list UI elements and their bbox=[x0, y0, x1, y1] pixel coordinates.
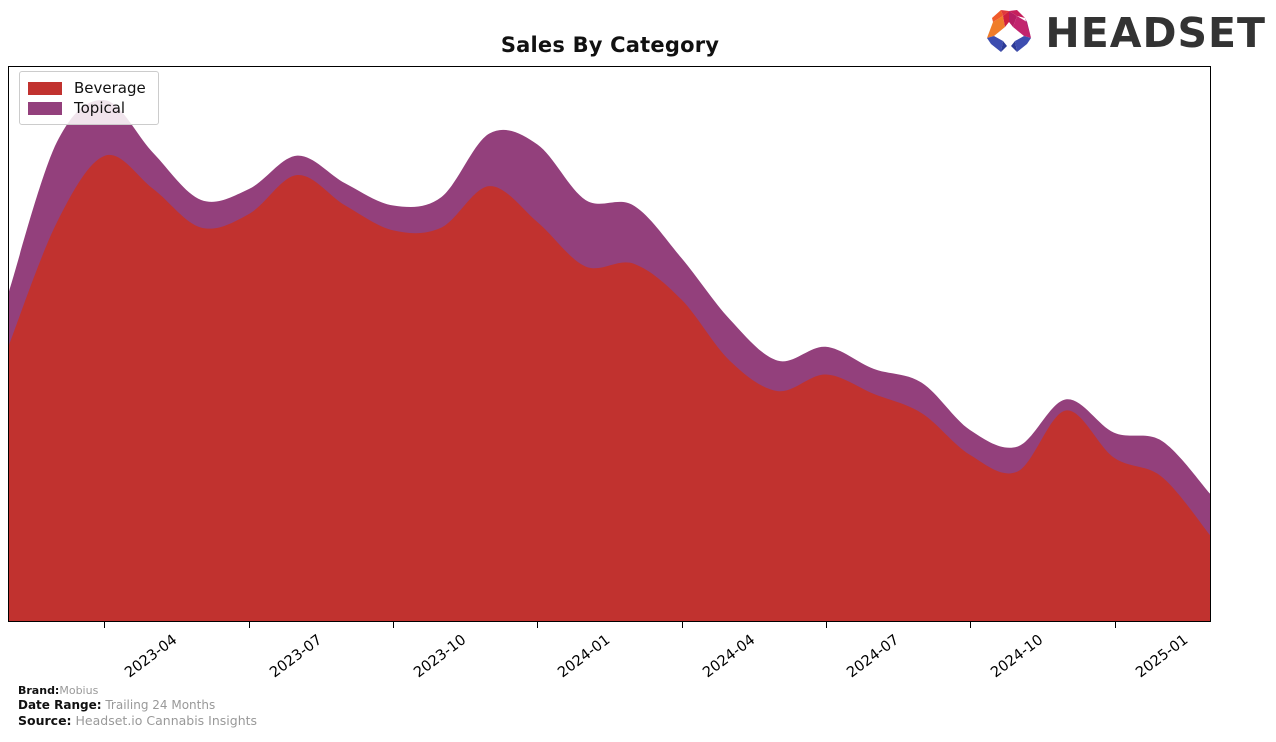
headset-arc-logo-icon bbox=[983, 8, 1035, 58]
x-axis-tick-mark bbox=[104, 622, 106, 628]
x-axis-tick-mark bbox=[970, 622, 972, 628]
chart-legend: Beverage Topical bbox=[19, 71, 159, 125]
legend-item-beverage[interactable]: Beverage bbox=[28, 78, 146, 98]
x-axis-tick-mark bbox=[537, 622, 539, 628]
x-axis: 2023-04 2023-07 2023-10 2024-01 2024-04 2024-… bbox=[8, 622, 1211, 692]
chart-plot-area: Beverage Topical bbox=[8, 66, 1211, 622]
footer-row-source: Source: Headset.io Cannabis Insights bbox=[18, 713, 257, 728]
footer-value-source: Headset.io Cannabis Insights bbox=[75, 713, 258, 728]
footer-label-brand: Brand: bbox=[18, 684, 60, 697]
x-axis-tick-label: 2023-07 bbox=[266, 632, 325, 682]
x-axis-tick-label: 2025-01 bbox=[1132, 632, 1191, 682]
x-axis-tick-mark bbox=[392, 622, 394, 628]
footer-row-date-range: Date Range: Trailing 24 Months bbox=[18, 698, 257, 713]
legend-label-beverage: Beverage bbox=[74, 79, 146, 97]
chart-footer-metadata: Brand:Mobius Date Range: Trailing 24 Mon… bbox=[18, 683, 257, 728]
footer-value-date-range: Trailing 24 Months bbox=[105, 698, 216, 712]
footer-value-brand: Mobius bbox=[59, 684, 99, 697]
headset-brand-logo: HEADSET bbox=[983, 8, 1266, 58]
x-axis-tick-mark bbox=[681, 622, 683, 628]
legend-swatch-beverage bbox=[28, 81, 62, 95]
footer-row-brand: Brand:Mobius bbox=[18, 683, 257, 698]
x-axis-tick-mark bbox=[1114, 622, 1116, 628]
x-axis-tick-label: 2024-10 bbox=[988, 632, 1047, 682]
footer-label-date-range: Date Range: bbox=[18, 698, 102, 712]
legend-item-topical[interactable]: Topical bbox=[28, 98, 146, 118]
footer-label-source: Source: bbox=[18, 713, 72, 728]
x-axis-tick-mark bbox=[248, 622, 250, 628]
x-axis-tick-label: 2024-04 bbox=[699, 632, 758, 682]
legend-swatch-topical bbox=[28, 101, 62, 115]
x-axis-tick-label: 2023-10 bbox=[411, 632, 470, 682]
x-axis-tick-mark bbox=[826, 622, 828, 628]
stacked-area-chart bbox=[9, 100, 1210, 621]
x-axis-tick-label: 2024-01 bbox=[555, 632, 614, 682]
x-axis-tick-label: 2024-07 bbox=[844, 632, 903, 682]
headset-logo-text: HEADSET bbox=[1045, 8, 1266, 57]
legend-label-topical: Topical bbox=[74, 99, 126, 117]
x-axis-tick-label: 2023-04 bbox=[122, 632, 181, 682]
